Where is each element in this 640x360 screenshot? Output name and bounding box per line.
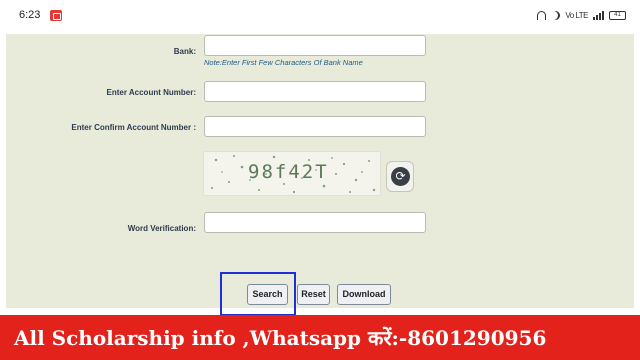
- refresh-icon: ⟳: [391, 167, 410, 186]
- status-icons: Vo LTE 41: [537, 7, 626, 23]
- bank-note: Note:Enter First Few Characters Of Bank …: [204, 58, 363, 67]
- battery-icon: 41: [609, 10, 626, 20]
- volte-indicator: Vo LTE: [565, 10, 588, 20]
- headset-icon: [537, 10, 547, 20]
- bank-search-form: Bank: Note:Enter First Few Characters Of…: [6, 34, 634, 308]
- do-not-disturb-icon: [551, 11, 560, 20]
- reset-button[interactable]: Reset: [297, 284, 330, 305]
- promo-banner: All Scholarship info ,Whatsapp करें:-860…: [0, 315, 640, 360]
- search-button[interactable]: Search: [247, 284, 288, 305]
- confirm-account-number-label: Enter Confirm Account Number :: [71, 123, 196, 132]
- bank-input[interactable]: [204, 35, 426, 56]
- word-verification-label: Word Verification:: [127, 224, 196, 233]
- account-number-input[interactable]: [204, 81, 426, 102]
- signal-bars-icon: [593, 10, 604, 20]
- notification-app-icon: [50, 10, 62, 21]
- captcha-image: 98f42T: [203, 151, 381, 196]
- word-verification-input[interactable]: [204, 212, 426, 233]
- refresh-captcha-button[interactable]: ⟳: [386, 161, 414, 192]
- banner-text: All Scholarship info ,Whatsapp करें:-860…: [14, 326, 547, 350]
- status-bar: 6:23 Vo LTE 41: [0, 0, 640, 34]
- captcha-text: 98f42T: [248, 161, 329, 183]
- status-time: 6:23: [19, 9, 41, 21]
- download-button[interactable]: Download: [337, 284, 391, 305]
- bank-label: Bank:: [173, 47, 196, 56]
- account-number-label: Enter Account Number:: [106, 88, 197, 97]
- confirm-account-number-input[interactable]: [204, 116, 426, 137]
